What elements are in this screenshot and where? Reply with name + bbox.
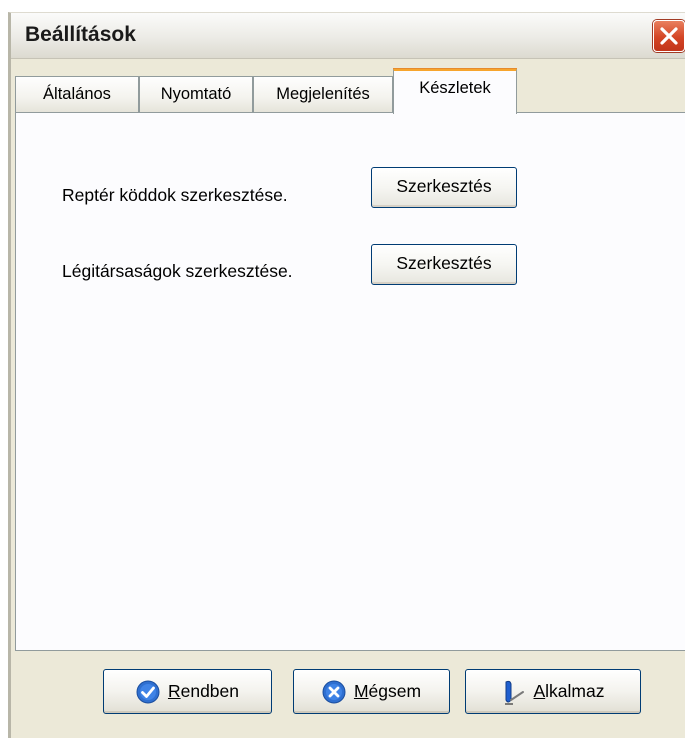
edit-airlines-button[interactable]: Szerkesztés [371,244,517,285]
cancel-label: égsem [368,681,422,701]
apply-label: lkalmaz [545,681,605,701]
tab-panel-keszletek: Reptér köddok szerkesztése. Szerkesztés … [15,112,685,651]
cancel-button[interactable]: Mégsem [293,669,450,714]
apply-button[interactable]: Alkalmaz [465,669,641,714]
tab-nyomtato[interactable]: Nyomtató [139,76,253,112]
tab-altalanos[interactable]: Általános [15,76,139,112]
title-bar[interactable]: Beállítások [11,13,685,59]
airport-codes-label: Reptér köddok szerkesztése. [62,185,288,205]
edit-airport-codes-button[interactable]: Szerkesztés [371,167,517,208]
airlines-label: Légitársaságok szerkesztése. [62,261,293,281]
tab-keszletek[interactable]: Készletek [393,68,517,114]
ok-label: endben [180,681,240,701]
check-circle-icon [136,680,160,704]
pen-icon [501,680,525,705]
apply-mnemonic: A [533,681,546,701]
x-circle-icon [322,680,346,704]
dialog-footer: Rendben Mégsem Alkalmaz [11,653,685,738]
ok-button[interactable]: Rendben [103,669,272,714]
cancel-mnemonic: M [353,681,369,701]
tab-megjelenites[interactable]: Megjelenítés [253,76,393,112]
ok-mnemonic: R [167,681,181,701]
tab-strip: Általános Nyomtató Megjelenítés Készlete… [15,64,685,114]
window-title: Beállítások [25,23,136,46]
close-icon [660,27,678,45]
close-button[interactable] [653,20,685,52]
settings-dialog: Beállítások Általános Nyomtató Megjelení… [8,12,685,738]
